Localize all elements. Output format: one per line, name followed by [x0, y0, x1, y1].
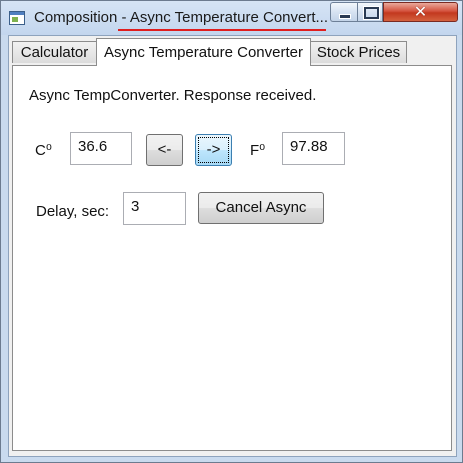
delay-label: Delay, sec:	[36, 203, 110, 220]
title-bar[interactable]: Composition - Async Temperature Convert.…	[1, 1, 462, 35]
tab-calculator[interactable]: Calculator	[12, 41, 97, 63]
tab-async-temperature-converter[interactable]: Async Temperature Converter	[96, 38, 311, 66]
window-title: Composition - Async Temperature Convert.…	[34, 9, 329, 26]
title-underline-mark	[118, 29, 326, 31]
celsius-label: C⁰	[35, 142, 52, 159]
delay-input[interactable]: 3	[123, 192, 186, 225]
minimize-icon	[339, 14, 351, 19]
maximize-button[interactable]	[357, 2, 383, 22]
maximize-icon	[364, 7, 379, 19]
close-icon: ✕	[413, 2, 428, 21]
minimize-button[interactable]	[330, 2, 357, 22]
to-celsius-button[interactable]: <-	[146, 134, 183, 166]
fahrenheit-label: F⁰	[250, 142, 266, 159]
tab-panel: Async TempConverter. Response received. …	[12, 65, 452, 451]
status-text: Async TempConverter. Response received.	[29, 87, 317, 104]
to-fahrenheit-button[interactable]: ->	[195, 134, 232, 166]
celsius-input[interactable]: 36.6	[70, 132, 132, 165]
fahrenheit-input[interactable]: 97.88	[282, 132, 345, 165]
app-window-icon	[9, 11, 25, 25]
cancel-async-button[interactable]: Cancel Async	[198, 192, 324, 224]
close-button[interactable]: ✕	[383, 2, 458, 22]
app-window: Composition - Async Temperature Convert.…	[0, 0, 463, 463]
tab-stock-prices[interactable]: Stock Prices	[310, 41, 407, 63]
client-area: Calculator Async Temperature Converter S…	[8, 35, 457, 457]
